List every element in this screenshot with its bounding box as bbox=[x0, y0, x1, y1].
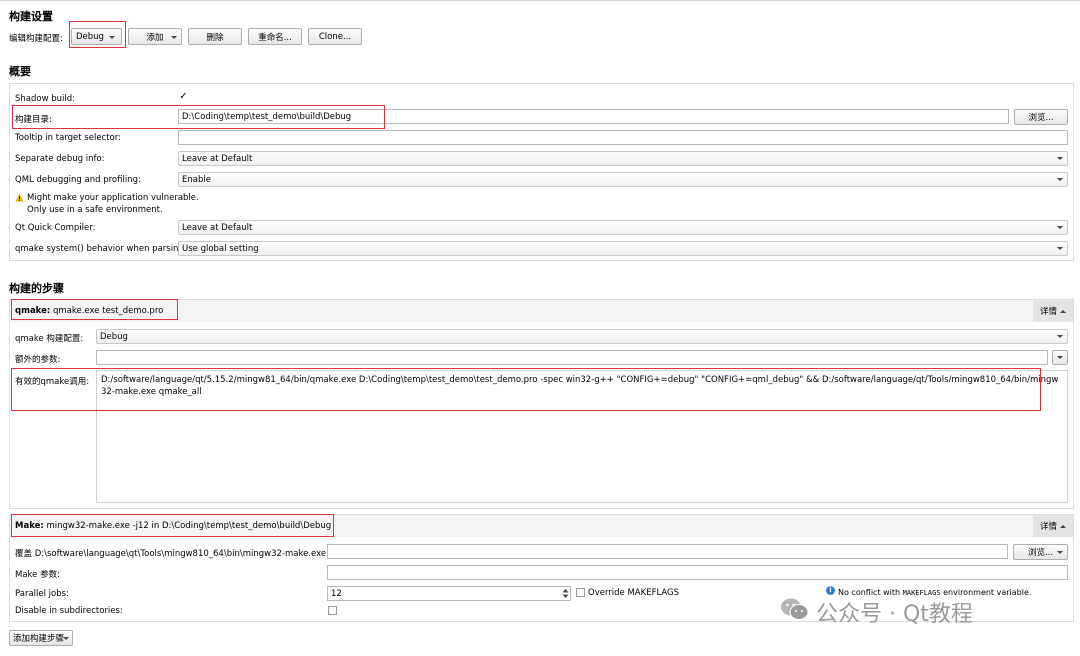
qmake-config-select[interactable]: Debug bbox=[96, 329, 1068, 344]
add-config-label: 添加 bbox=[146, 32, 164, 43]
build-settings-heading: 构建设置 bbox=[9, 10, 53, 23]
qt-quick-label: Qt Quick Compiler: bbox=[15, 223, 96, 233]
override-make-label: 覆盖 D:\software\language\qt\Tools\mingw81… bbox=[15, 549, 329, 559]
info-icon: i bbox=[826, 586, 835, 595]
qmake-config-label: qmake 构建配置: bbox=[15, 334, 84, 344]
make-args-label: Make 参数: bbox=[15, 570, 60, 580]
separate-debug-select[interactable]: Leave at Default bbox=[178, 151, 1068, 166]
make-details-label: 详情 bbox=[1039, 522, 1057, 532]
effective-call-label: 有效的qmake调用: bbox=[15, 377, 90, 387]
chevron-down-icon bbox=[1057, 157, 1063, 160]
make-args-field[interactable] bbox=[327, 565, 1068, 580]
qt-quick-select[interactable]: Leave at Default bbox=[178, 220, 1068, 235]
chevron-down-icon bbox=[109, 36, 115, 39]
qml-debug-label: QML debugging and profiling: bbox=[15, 175, 141, 185]
config-select-value: Debug bbox=[76, 31, 104, 42]
warning-icon bbox=[15, 193, 24, 202]
disable-subdirs-checkbox[interactable] bbox=[328, 606, 337, 615]
chevron-up-icon bbox=[1060, 309, 1066, 313]
chevron-down-icon bbox=[171, 36, 177, 39]
parallel-jobs-spinbox[interactable]: 12 bbox=[327, 586, 571, 601]
browse-make-button[interactable]: 浏览... bbox=[1013, 544, 1068, 560]
qmake-step-title-rest: qmake.exe test_demo.pro bbox=[50, 306, 164, 316]
make-step-title-bold: Make: bbox=[15, 521, 44, 531]
qml-debug-select[interactable]: Enable bbox=[178, 172, 1068, 187]
qmake-config-value: Debug bbox=[100, 332, 128, 342]
qmake-step-title: qmake: qmake.exe test_demo.pro bbox=[15, 306, 163, 316]
shadow-build-label: Shadow build: bbox=[15, 94, 76, 104]
overview-heading: 概要 bbox=[9, 65, 31, 78]
separate-debug-label: Separate debug info: bbox=[15, 154, 105, 164]
override-makeflags-label: Override MAKEFLAGS bbox=[588, 588, 680, 598]
extra-args-label: 额外的参数: bbox=[15, 355, 61, 365]
qt-quick-value: Leave at Default bbox=[182, 223, 253, 233]
qmake-step-header[interactable] bbox=[10, 300, 1073, 322]
effective-call-text: D:/software/language/qt/5.15.2/mingw81_6… bbox=[96, 370, 1068, 503]
qmake-step-title-bold: qmake: bbox=[15, 306, 51, 316]
add-config-button[interactable]: 添加 bbox=[128, 28, 182, 45]
qmake-system-value: Use global setting bbox=[182, 244, 259, 254]
chevron-down-icon bbox=[1057, 247, 1063, 250]
shadow-build-checkbox[interactable]: ✓ bbox=[179, 92, 188, 102]
make-details-button[interactable]: 详情 bbox=[1033, 515, 1073, 537]
override-make-field[interactable] bbox=[327, 544, 1008, 559]
wechat-icon bbox=[780, 596, 810, 622]
make-step-title-rest: mingw32-make.exe -j12 in D:\Coding\temp\… bbox=[43, 521, 332, 531]
warning-text-1: Might make your application vulnerable. bbox=[27, 193, 199, 203]
disable-subdirs-label: Disable in subdirectories: bbox=[15, 606, 123, 616]
delete-config-button[interactable]: 删除 bbox=[188, 28, 242, 45]
parallel-jobs-label: Parallel jobs: bbox=[15, 589, 69, 599]
chevron-down-icon bbox=[1057, 356, 1063, 359]
rename-config-button[interactable]: 重命名... bbox=[248, 28, 302, 45]
extra-args-field[interactable] bbox=[96, 350, 1048, 365]
add-build-step-label: 添加构建步骤 bbox=[13, 634, 65, 644]
warning-text-2: Only use in a safe environment. bbox=[27, 205, 163, 215]
chevron-down-icon bbox=[1057, 178, 1063, 181]
tooltip-label: Tooltip in target selector: bbox=[15, 133, 121, 143]
chevron-down-icon bbox=[1057, 335, 1063, 338]
build-dir-label: 构建目录: bbox=[15, 115, 52, 125]
build-steps-heading: 构建的步骤 bbox=[9, 282, 64, 295]
watermark-text: 公众号 · Qt教程 bbox=[816, 602, 973, 627]
tooltip-field[interactable] bbox=[178, 130, 1068, 145]
chevron-down-icon bbox=[1057, 226, 1063, 229]
browse-build-dir-button[interactable]: 浏览... bbox=[1014, 109, 1068, 125]
qmake-system-select[interactable]: Use global setting bbox=[178, 241, 1068, 256]
extra-args-expand-button[interactable] bbox=[1052, 350, 1068, 365]
qml-debug-value: Enable bbox=[182, 175, 211, 185]
build-dir-field[interactable]: D:\Coding\temp\test_demo\build\Debug bbox=[178, 109, 1009, 124]
spin-arrows-icon[interactable] bbox=[561, 587, 570, 600]
clone-config-button[interactable]: Clone... bbox=[308, 28, 362, 45]
override-makeflags-checkbox[interactable] bbox=[576, 588, 585, 597]
top-divider bbox=[0, 0, 1080, 1]
qmake-details-button[interactable]: 详情 bbox=[1033, 300, 1073, 322]
edit-config-label: 编辑构建配置: bbox=[9, 34, 63, 44]
separate-debug-value: Leave at Default bbox=[182, 154, 253, 164]
browse-make-label: 浏览... bbox=[1027, 548, 1054, 558]
chevron-down-icon bbox=[1057, 551, 1063, 554]
add-build-step-button[interactable]: 添加构建步骤 bbox=[9, 630, 73, 646]
config-select[interactable]: Debug bbox=[71, 28, 122, 45]
qmake-details-label: 详情 bbox=[1039, 307, 1057, 317]
make-step-title: Make: mingw32-make.exe -j12 in D:\Coding… bbox=[15, 521, 331, 531]
chevron-down-icon bbox=[63, 637, 69, 640]
qmake-system-label: qmake system() behavior when parsing: bbox=[15, 244, 187, 254]
chevron-up-icon bbox=[1060, 524, 1066, 528]
